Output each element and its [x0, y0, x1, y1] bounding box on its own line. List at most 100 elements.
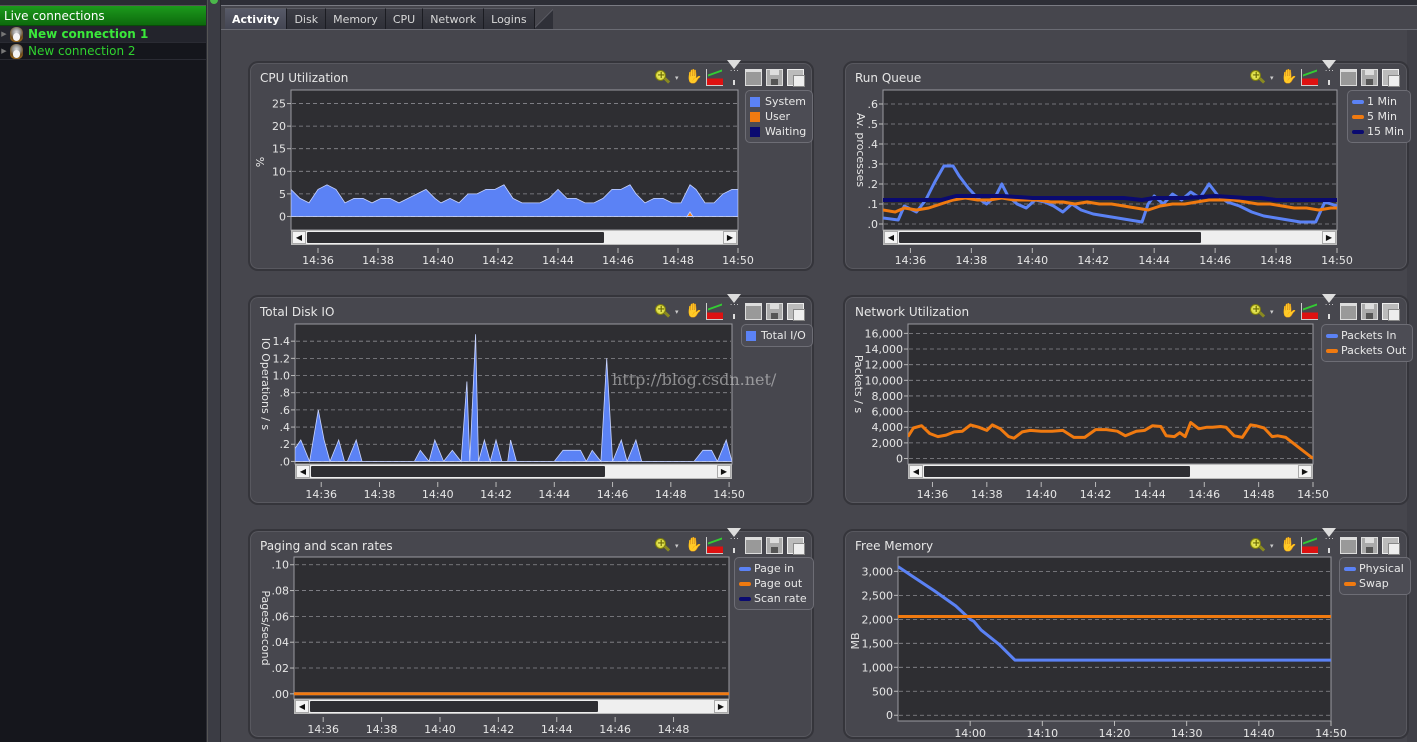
connections-sidebar: Live connections ▶ New connection 1 ▶ New c…	[0, 0, 207, 742]
y-axis-label: MB	[849, 632, 862, 649]
scroll-left-button[interactable]: ◀	[292, 231, 306, 244]
scroll-right-button[interactable]: ▶	[717, 465, 731, 478]
x-tick-label: 14:36	[302, 254, 334, 267]
legend-item[interactable]: User	[750, 109, 806, 124]
time-scrollbar[interactable]: ◀ ▶	[291, 230, 738, 245]
scroll-right-button[interactable]: ▶	[714, 700, 728, 713]
tab-activity[interactable]: Activity	[225, 8, 288, 29]
x-tick-label: 14:50	[1321, 254, 1353, 267]
sidebar-splitter[interactable]	[207, 0, 221, 742]
tab-cpu[interactable]: CPU	[385, 8, 424, 29]
y-tick-label: 0	[279, 210, 286, 223]
legend-item[interactable]: Swap	[1344, 576, 1404, 591]
y-tick-label: .6	[280, 404, 291, 417]
legend-label: System	[765, 95, 807, 108]
x-tick-label: 14:38	[362, 254, 394, 267]
x-tick-label: 14:36	[895, 254, 927, 267]
scroll-right-button[interactable]: ▶	[1298, 465, 1312, 478]
chart-panel-network: Network Utilization + ▾ ✋ ··· 0 2,000 4,000 6,00…	[843, 294, 1414, 505]
legend-label: Packets Out	[1341, 344, 1407, 357]
x-tick-label: 14:38	[366, 723, 398, 736]
time-scrollbar[interactable]: ◀ ▶	[294, 699, 729, 714]
x-tick-label: 14:44	[1138, 254, 1170, 267]
chart-legend: System User Waiting	[745, 90, 814, 143]
time-scrollbar[interactable]: ◀ ▶	[295, 464, 732, 479]
legend-item[interactable]: Page out	[739, 576, 807, 591]
legend-swatch	[739, 596, 751, 601]
legend-item[interactable]: 15 Min	[1352, 124, 1404, 139]
linux-tux-icon	[8, 43, 25, 59]
legend-label: Total I/O	[761, 329, 806, 342]
legend-swatch	[746, 330, 756, 341]
scroll-left-button[interactable]: ◀	[296, 465, 310, 478]
y-tick-label: .00	[272, 688, 290, 701]
legend-item[interactable]: Total I/O	[746, 328, 806, 343]
tab-bar: Activity Disk Memory CPU Network Logins	[225, 8, 553, 29]
scroll-left-button[interactable]: ◀	[295, 700, 309, 713]
tux-belly	[13, 49, 20, 58]
chart-panel-cpu: CPU Utilization + ▾ ✋ ··· 0 5 10 15 20 25% 14:36 14:…	[248, 60, 814, 271]
connection-list: ▶ New connection 1 ▶ New connection 2	[0, 26, 206, 60]
tab-network[interactable]: Network	[423, 8, 485, 29]
scroll-thumb[interactable]	[924, 466, 1191, 477]
scroll-left-button[interactable]: ◀	[909, 465, 923, 478]
y-tick-label: .0	[280, 455, 291, 468]
legend-item[interactable]: System	[750, 94, 806, 109]
scroll-right-button[interactable]: ▶	[723, 231, 737, 244]
legend-swatch	[750, 96, 760, 107]
chart-svg-memory: 0 500 1,000 1,500 2,000 2,500 3,000 MB 14:00 14:1…	[849, 556, 1347, 740]
legend-item[interactable]: Waiting	[750, 124, 806, 139]
linux-tux-icon	[8, 26, 25, 42]
legend-item[interactable]: Packets Out	[1326, 343, 1406, 358]
scroll-thumb[interactable]	[307, 232, 605, 243]
x-tick-label: 14:42	[480, 488, 512, 501]
plot-area	[294, 323, 733, 465]
legend-item[interactable]: 5 Min	[1352, 109, 1404, 124]
chart-legend: Total I/O	[741, 324, 813, 347]
y-tick-label: 6,000	[872, 406, 904, 419]
connection-label: New connection 1	[28, 27, 149, 41]
y-tick-label: 25	[272, 98, 286, 111]
expand-arrow-icon[interactable]: ▶	[0, 30, 8, 38]
legend-item[interactable]: 1 Min	[1352, 94, 1404, 109]
chart-legend: 1 Min 5 Min 15 Min	[1347, 90, 1412, 143]
legend-item[interactable]: Physical	[1344, 561, 1404, 576]
connection-item[interactable]: ▶ New connection 2	[0, 43, 206, 60]
scroll-left-button[interactable]: ◀	[884, 231, 898, 244]
scroll-thumb[interactable]	[899, 232, 1202, 243]
y-tick-label: 20	[272, 120, 286, 133]
scroll-thumb[interactable]	[311, 466, 605, 477]
x-tick-label: 14:44	[538, 488, 570, 501]
x-tick-label: 14:46	[602, 254, 634, 267]
y-tick-label: 3,000	[862, 565, 894, 578]
legend-label: Swap	[1359, 577, 1389, 590]
legend-label: Waiting	[765, 125, 807, 138]
legend-item[interactable]: Page in	[739, 561, 807, 576]
x-tick-label: 14:36	[917, 488, 949, 501]
scroll-thumb[interactable]	[310, 701, 599, 712]
legend-label: Page in	[754, 562, 795, 575]
legend-swatch	[1352, 114, 1364, 119]
legend-swatch	[1344, 566, 1356, 571]
tab-disk[interactable]: Disk	[287, 8, 327, 29]
legend-item[interactable]: Packets In	[1326, 328, 1406, 343]
y-tick-label: .2	[868, 178, 879, 191]
x-tick-label: 14:40	[1243, 727, 1275, 740]
expand-arrow-icon[interactable]: ▶	[0, 47, 8, 55]
x-tick-label: 14:10	[1026, 727, 1058, 740]
tab-memory[interactable]: Memory	[326, 8, 386, 29]
legend-item[interactable]: Scan rate	[739, 591, 807, 606]
tab-underline	[221, 29, 1417, 30]
time-scrollbar[interactable]: ◀ ▶	[908, 464, 1313, 479]
chart-panel-paging: Paging and scan rates + ▾ ✋ ··· .00.02.04.06.…	[248, 528, 814, 739]
y-tick-label: 12,000	[865, 359, 904, 372]
tab-logins[interactable]: Logins	[484, 8, 535, 29]
connection-item[interactable]: ▶ New connection 1	[0, 26, 206, 43]
x-tick-label: 14:36	[307, 723, 339, 736]
y-tick-label: .8	[280, 387, 291, 400]
time-scrollbar[interactable]: ◀ ▶	[883, 230, 1337, 245]
x-tick-label: 14:38	[956, 254, 988, 267]
scroll-right-button[interactable]: ▶	[1322, 231, 1336, 244]
plot-area	[293, 556, 730, 700]
y-tick-label: 5	[279, 188, 286, 201]
